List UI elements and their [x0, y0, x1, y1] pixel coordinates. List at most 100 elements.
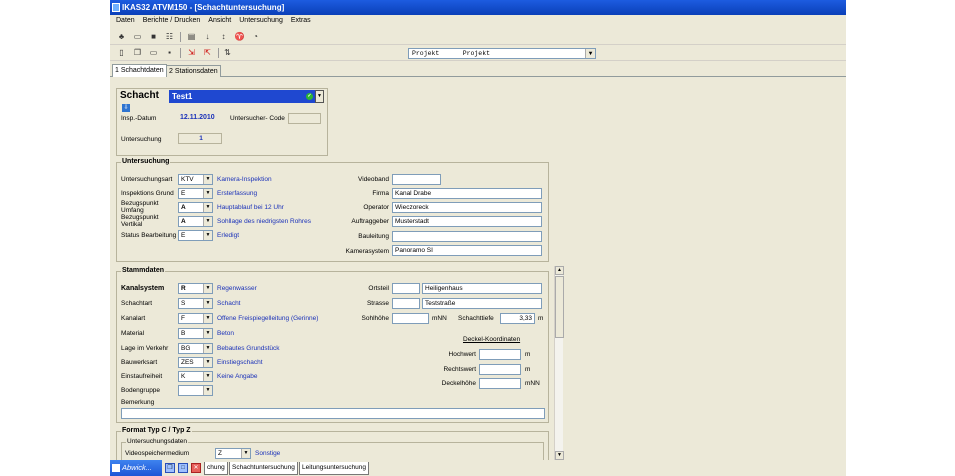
taskbar-tab-schachtuntersuchung[interactable]: Schachtuntersuchung — [229, 462, 298, 475]
status-select[interactable]: E ▼ — [178, 230, 213, 241]
chevron-down-icon[interactable]: ▼ — [203, 386, 212, 395]
import-icon[interactable]: ⇲ — [186, 48, 197, 58]
umfang-select[interactable]: A ▼ — [178, 202, 213, 213]
sohlhoehe-field[interactable] — [392, 313, 429, 324]
hochwert-field[interactable] — [479, 349, 521, 360]
videospeicher-select[interactable]: Z ▼ — [215, 448, 251, 459]
chevron-down-icon[interactable]: ▼ — [203, 358, 212, 367]
filter-icon[interactable]: ☷ — [164, 32, 175, 42]
window-icon[interactable]: ▤ — [186, 32, 197, 42]
tree-icon[interactable]: ♣ — [116, 32, 127, 42]
kamerasystem-label: Kamerasystem — [345, 248, 389, 255]
chevron-down-icon[interactable]: ▼ — [203, 314, 212, 323]
scroll-down-icon[interactable]: ▼ — [555, 451, 564, 460]
chevron-down-icon[interactable]: ▼ — [203, 284, 212, 293]
copy-icon[interactable]: ❐ — [132, 48, 143, 58]
start-label: Abwick... — [122, 463, 153, 472]
scrollbar-thumb[interactable] — [555, 276, 564, 338]
chevron-down-icon[interactable]: ▼ — [203, 372, 212, 381]
bauwerksart-code: ZES — [181, 359, 194, 366]
einstaufreiheit-select[interactable]: K ▼ — [178, 371, 213, 382]
taskbar-tab-leitungsuntersuchung[interactable]: Leitungsuntersuchung — [299, 462, 369, 475]
bodengruppe-select[interactable]: ▼ — [178, 385, 213, 396]
chevron-down-icon[interactable]: ▼ — [203, 329, 212, 338]
menu-bar: Daten Berichte / Drucken Ansicht Untersu… — [110, 15, 846, 27]
maximize-icon[interactable]: □ — [178, 463, 188, 473]
chevron-down-icon[interactable]: ▼ — [203, 344, 212, 353]
sort-down-icon[interactable]: ↓ — [202, 32, 213, 42]
taskbar-tab-untersuchung[interactable]: chung — [204, 462, 228, 475]
deckelhoehe-field[interactable] — [479, 378, 521, 389]
strasse-code-field[interactable] — [392, 298, 420, 309]
untersuchung-field[interactable]: 1 — [178, 133, 222, 144]
untersuchungsart-select[interactable]: KTV ▼ — [178, 174, 213, 185]
scroll-up-icon[interactable]: ▲ — [555, 266, 564, 275]
auftraggeber-field[interactable]: Musterstadt — [392, 216, 542, 227]
schacht-combo[interactable]: Test1 ✓ — [169, 90, 317, 103]
menu-ansicht[interactable]: Ansicht — [204, 15, 235, 27]
ortsteil-code-field[interactable] — [392, 283, 420, 294]
grund-select[interactable]: E ▼ — [178, 188, 213, 199]
chevron-down-icon[interactable]: ▼ — [241, 449, 250, 458]
start-button[interactable]: Abwick... — [110, 460, 162, 476]
toolbar-separator — [180, 32, 181, 42]
menu-untersuchung[interactable]: Untersuchung — [235, 15, 287, 27]
chevron-down-icon[interactable]: ▼ — [203, 299, 212, 308]
vertical-scrollbar[interactable]: ▲ ▼ — [554, 266, 564, 460]
bauleitung-field[interactable] — [392, 231, 542, 242]
sort-up-icon[interactable]: ↕ — [218, 32, 229, 42]
chevron-down-icon[interactable]: ▼ — [585, 49, 595, 58]
video-icon[interactable]: ■ — [148, 32, 159, 42]
bemerkung-field[interactable] — [121, 408, 545, 419]
rechtswert-field[interactable] — [479, 364, 521, 375]
untersucher-code-field[interactable] — [288, 113, 321, 124]
close-icon[interactable]: ✕ — [191, 463, 201, 473]
videospeicher-code: Z — [218, 450, 222, 457]
strasse-field[interactable]: Teststraße — [422, 298, 542, 309]
menu-extras[interactable]: Extras — [287, 15, 315, 27]
schachtart-select[interactable]: S ▼ — [178, 298, 213, 309]
project-combo-value: Projekt Projekt — [412, 50, 491, 57]
menu-berichte[interactable]: Berichte / Drucken — [139, 15, 205, 27]
chevron-down-icon[interactable]: ▼ — [203, 175, 212, 184]
chevron-down-icon[interactable]: ▼ — [203, 217, 212, 226]
new-document-icon[interactable]: ▯ — [116, 48, 127, 58]
menu-daten[interactable]: Daten — [112, 15, 139, 27]
stammdaten-group: Stammdaten Kanalsystem R ▼ Regenwasser Sc… — [116, 267, 549, 423]
binoculars-icon[interactable]: ♈ — [234, 32, 245, 42]
check-icon: ✓ — [306, 93, 313, 100]
bauwerksart-select[interactable]: ZES ▼ — [178, 357, 213, 368]
videoband-field[interactable] — [392, 174, 441, 185]
tab-strip: 1 Schachtdaten 2 Stationsdaten — [110, 64, 846, 77]
vertikal-select[interactable]: A ▼ — [178, 216, 213, 227]
stammdaten-title: Stammdaten — [121, 267, 166, 275]
tab-schachtdaten[interactable]: 1 Schachtdaten — [112, 64, 167, 77]
folder-icon[interactable]: ▭ — [132, 32, 143, 42]
save-icon[interactable]: ▪ — [164, 48, 175, 58]
chevron-down-icon[interactable]: ▼ — [203, 189, 212, 198]
chevron-down-icon[interactable]: ▼ — [315, 90, 324, 103]
chevron-down-icon[interactable]: ▼ — [203, 231, 212, 240]
kamerasystem-field[interactable]: Panoramo SI — [392, 245, 542, 256]
export-icon[interactable]: ⇱ — [202, 48, 213, 58]
print-preview-icon[interactable]: ◔ — [250, 32, 261, 42]
arrow-down-icon[interactable]: ⇩ — [122, 104, 130, 112]
restore-icon[interactable]: ❐ — [165, 463, 175, 473]
tab-stationsdaten[interactable]: 2 Stationsdaten — [166, 65, 221, 77]
material-select[interactable]: B ▼ — [178, 328, 213, 339]
kanalart-select[interactable]: F ▼ — [178, 313, 213, 324]
transfer-icon[interactable]: ⇅ — [222, 48, 233, 58]
firma-field[interactable]: Kanal Drabe — [392, 188, 542, 199]
untersuchungsart-code: KTV — [181, 176, 194, 183]
open-folder-icon[interactable]: ▭ — [148, 48, 159, 58]
lage-select[interactable]: BG ▼ — [178, 343, 213, 354]
project-combo[interactable]: Projekt Projekt ▼ — [408, 48, 596, 59]
material-label: Material — [121, 330, 145, 337]
operator-field[interactable]: Wieczoreck — [392, 202, 542, 213]
deckel-koordinaten-title: Deckel-Koordinaten — [463, 336, 521, 343]
chevron-down-icon[interactable]: ▼ — [203, 203, 212, 212]
hochwert-unit: m — [525, 351, 531, 358]
schachttiefe-field[interactable]: 3,33 — [500, 313, 535, 324]
ortsteil-field[interactable]: Heiligenhaus — [422, 283, 542, 294]
kanalsystem-select[interactable]: R ▼ — [178, 283, 213, 294]
